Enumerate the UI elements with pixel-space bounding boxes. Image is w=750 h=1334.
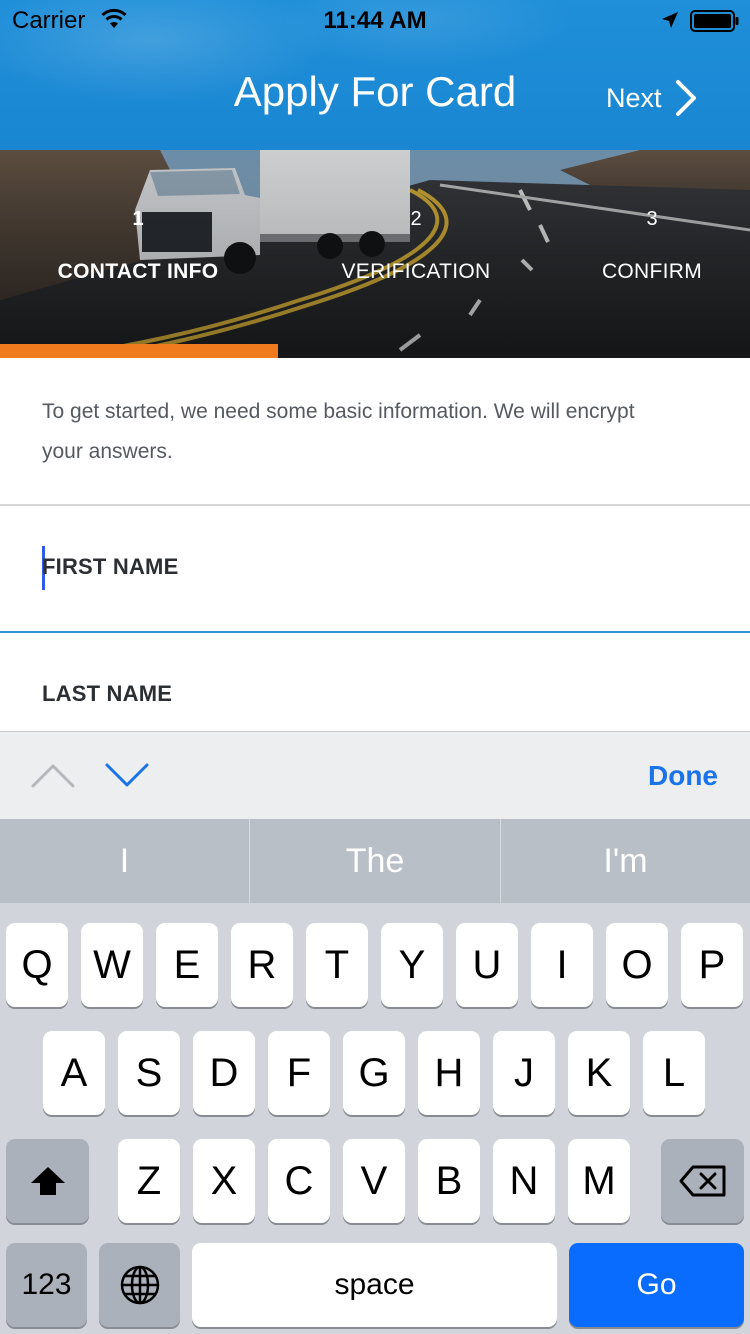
key-y[interactable]: Y [381, 923, 443, 1007]
globe-icon [120, 1265, 159, 1305]
step-indicator-banner: 1 CONTACT INFO 2 VERIFICATION 3 CONFIRM [0, 150, 750, 358]
next-button-label: Next [606, 82, 662, 113]
key-e[interactable]: E [156, 923, 218, 1007]
key-n[interactable]: N [493, 1139, 555, 1223]
key-c[interactable]: C [268, 1139, 330, 1223]
key-w[interactable]: W [81, 923, 143, 1007]
key-t[interactable]: T [306, 923, 368, 1007]
last-name-field[interactable]: LAST NAME [0, 633, 750, 731]
status-time: 11:44 AM [323, 7, 427, 34]
go-key[interactable]: Go [569, 1243, 744, 1327]
next-button[interactable]: Next [606, 74, 700, 122]
progress-fill [0, 344, 278, 358]
key-v[interactable]: V [343, 1139, 405, 1223]
space-key[interactable]: space [192, 1243, 557, 1327]
battery-icon [690, 10, 739, 32]
shift-icon [30, 1167, 65, 1195]
key-k[interactable]: K [568, 1031, 630, 1115]
numbers-key[interactable]: 123 [6, 1243, 87, 1327]
key-r[interactable]: R [231, 923, 293, 1007]
chevron-right-icon [675, 80, 696, 116]
key-d[interactable]: D [193, 1031, 255, 1115]
key-m[interactable]: M [568, 1139, 630, 1223]
key-x[interactable]: X [193, 1139, 255, 1223]
truck-highway-image [0, 150, 750, 358]
step-number: 1 [132, 208, 144, 230]
intro-text: To get started, we need some basic infor… [42, 400, 635, 463]
key-a[interactable]: A [43, 1031, 105, 1115]
key-i[interactable]: I [531, 923, 593, 1007]
step-number: 3 [646, 208, 658, 230]
globe-key[interactable] [99, 1243, 180, 1327]
key-u[interactable]: U [456, 923, 518, 1007]
location-arrow-icon [662, 12, 678, 28]
key-l[interactable]: L [643, 1031, 705, 1115]
keyboard: I The I'm QWERTYUIOPASDFGHJKLZXCVBNM 123… [0, 819, 750, 1334]
step-number: 2 [410, 208, 422, 230]
first-name-field[interactable]: FIRST NAME [0, 506, 750, 633]
chevron-up-icon[interactable] [30, 760, 76, 790]
key-b[interactable]: B [418, 1139, 480, 1223]
key-j[interactable]: J [493, 1031, 555, 1115]
backspace-icon [679, 1165, 725, 1197]
step-label: CONTACT INFO [57, 260, 219, 283]
last-name-label: LAST NAME [42, 681, 173, 706]
step-label: CONFIRM [601, 260, 703, 283]
key-p[interactable]: P [681, 923, 743, 1007]
suggestion-item[interactable]: I [0, 819, 249, 903]
backspace-key[interactable] [661, 1139, 744, 1223]
first-name-label: FIRST NAME [42, 554, 179, 579]
key-s[interactable]: S [118, 1031, 180, 1115]
key-z[interactable]: Z [118, 1139, 180, 1223]
key-g[interactable]: G [343, 1031, 405, 1115]
status-bar: Carrier 11:44 AM [0, 0, 750, 40]
nav-header: Carrier 11:44 AM Apply For Card Next [0, 0, 750, 150]
shift-key[interactable] [6, 1139, 89, 1223]
done-button[interactable]: Done [648, 760, 718, 792]
key-f[interactable]: F [268, 1031, 330, 1115]
suggestion-item[interactable]: I'm [501, 819, 750, 903]
step-label: VERIFICATION [341, 260, 491, 283]
progress-bar [0, 344, 750, 358]
suggestion-bar: I The I'm [0, 819, 750, 903]
suggestion-item[interactable]: The [250, 819, 500, 903]
keyboard-accessory-bar: Done [0, 731, 750, 819]
key-q[interactable]: Q [6, 923, 68, 1007]
chevron-down-icon[interactable] [104, 760, 150, 790]
key-h[interactable]: H [418, 1031, 480, 1115]
key-o[interactable]: O [606, 923, 668, 1007]
